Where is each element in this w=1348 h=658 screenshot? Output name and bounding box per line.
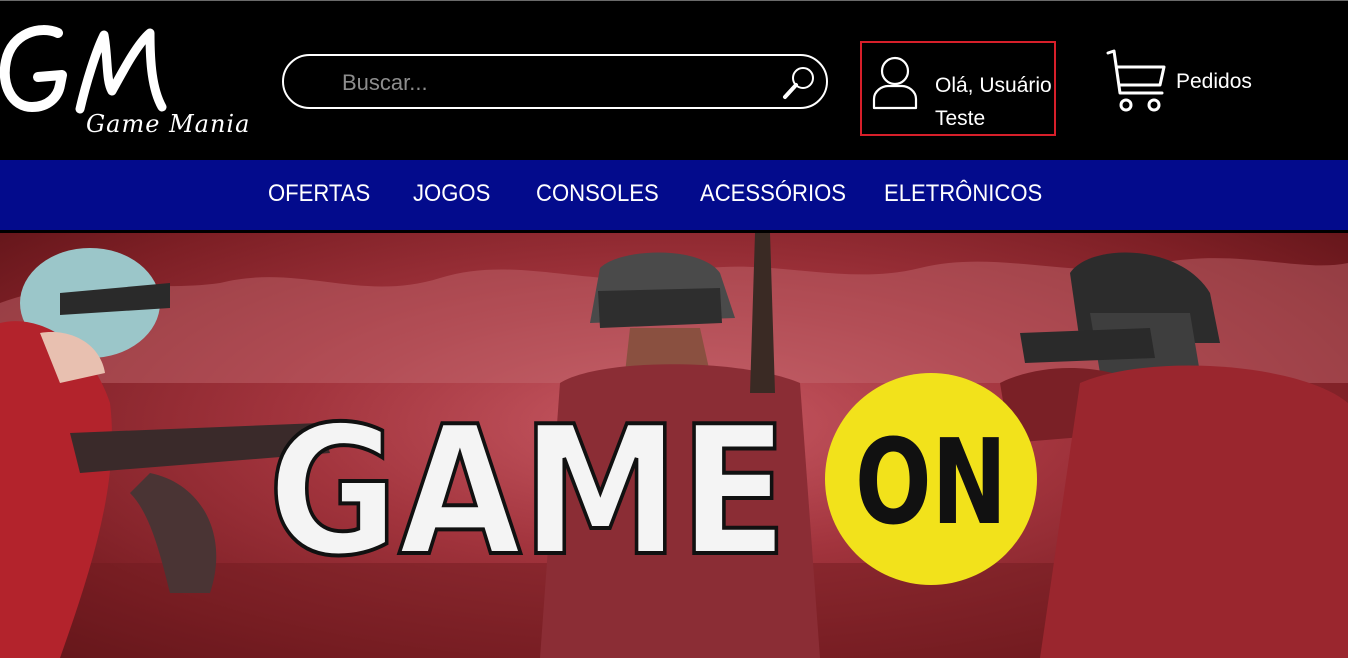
category-nav: OFERTAS JOGOS CONSOLES ACESSÓRIOS ELETRÔ… [0, 160, 1348, 233]
game-on-logo: GAME ON [266, 373, 1037, 597]
banner-title: GAME [268, 388, 788, 595]
search-input[interactable] [340, 66, 764, 100]
orders-link[interactable]: Pedidos [1106, 49, 1266, 119]
nav-item-jogos[interactable]: JOGOS [413, 180, 490, 208]
nav-item-eletronicos[interactable]: ELETRÔNICOS [884, 180, 1042, 208]
search-bar [282, 54, 828, 109]
account-menu[interactable]: Olá, Usuário Teste [860, 41, 1056, 136]
nav-item-consoles[interactable]: CONSOLES [536, 180, 659, 208]
nav-item-ofertas[interactable]: OFERTAS [268, 180, 370, 208]
logo-subtitle: Game Mania [86, 110, 251, 138]
nav-item-acessorios[interactable]: ACESSÓRIOS [700, 180, 846, 208]
hero-banner-art: GAME ON [0, 233, 1348, 658]
account-greeting: Olá, Usuário Teste [935, 69, 1052, 135]
banner-badge-text: ON [855, 413, 1007, 551]
hero-banner[interactable]: GAME ON [0, 233, 1348, 658]
search-icon [783, 67, 814, 99]
greeting-line-2: Teste [935, 107, 986, 130]
cart-icon [1106, 49, 1166, 112]
site-header: Game Mania Olá, Usuário Teste Pedidos [0, 0, 1348, 160]
greeting-line-1: Olá, Usuário [935, 74, 1052, 97]
site-logo[interactable]: Game Mania [0, 23, 260, 143]
search-button[interactable] [780, 64, 818, 102]
orders-label: Pedidos [1176, 70, 1252, 93]
user-icon [872, 56, 918, 110]
